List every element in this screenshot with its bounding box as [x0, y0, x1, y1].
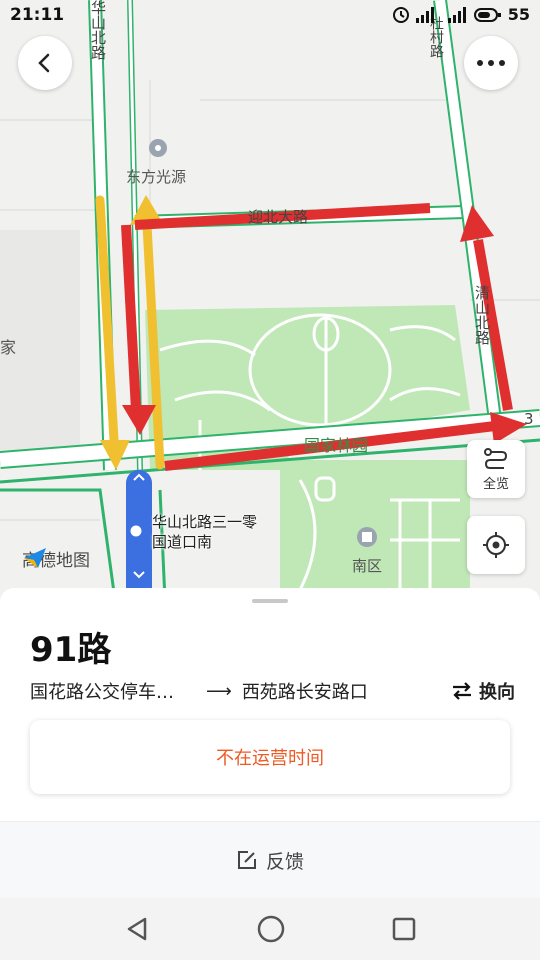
route-to: 西苑路长安路口 — [241, 682, 368, 703]
route-overview-icon — [484, 447, 508, 469]
map-view[interactable]: 东方光源 家 南区 华山北路 杜村路 迎北大路 清山北路 国家林园 3 华山北路… — [0, 0, 540, 600]
switch-direction-button[interactable]: 换向 — [451, 678, 515, 704]
stop-label[interactable]: 华山北路三一零 国道口南 — [152, 512, 257, 552]
overview-button[interactable]: 全览 — [467, 440, 525, 498]
more-button[interactable] — [464, 36, 518, 90]
route-name: 91路 — [30, 630, 112, 670]
route-direction: 国花路公交停车… ⟶ 西苑路长安路口 换向 — [30, 678, 515, 704]
amap-logo-icon — [24, 548, 46, 568]
amap-logo: 高德地图 — [22, 546, 90, 571]
route-info-sheet: 91路 国花路公交停车… ⟶ 西苑路长安路口 换向 不在运营时间 反馈 — [0, 588, 540, 898]
poi-jia: 家 — [0, 338, 17, 357]
signal-icon — [415, 6, 434, 23]
operation-status-card: 不在运营时间 — [30, 720, 510, 794]
back-button[interactable] — [18, 36, 72, 90]
status-time: 21:11 — [10, 5, 65, 25]
sheet-drag-handle[interactable] — [252, 599, 288, 603]
swap-icon — [453, 682, 471, 700]
map-canvas — [0, 0, 540, 600]
switch-label: 换向 — [479, 682, 515, 703]
overview-label: 全览 — [482, 476, 509, 492]
battery-icon — [473, 7, 501, 22]
poi-dongfang[interactable]: 东方光源 — [126, 166, 186, 187]
more-dots-icon — [477, 60, 505, 66]
alarm-icon — [392, 6, 409, 23]
stop-name-line2: 国道口南 — [152, 533, 213, 551]
road-label-top: 迎北大路 — [248, 208, 309, 226]
nav-recents-icon[interactable] — [391, 916, 417, 942]
system-nav-bar — [0, 898, 540, 960]
edit-icon — [237, 851, 256, 869]
locate-icon — [483, 532, 509, 558]
status-icons: 55 — [392, 5, 530, 24]
feedback-label: 反馈 — [265, 850, 304, 873]
poi-nanqu[interactable]: 南区 — [352, 555, 382, 576]
operation-status-text: 不在运营时间 — [216, 748, 324, 769]
stop-name-line1: 华山北路三一零 — [152, 513, 258, 531]
status-bar: 21:11 55 — [0, 0, 540, 32]
road-label-east: 清山北路 — [473, 285, 491, 345]
route-from: 国花路公交停车… — [30, 682, 174, 703]
signal-4g-icon — [447, 6, 466, 23]
stop-marker — [127, 522, 145, 540]
nav-back-icon[interactable] — [123, 915, 151, 943]
edge-number: 3 — [524, 410, 534, 428]
nav-home-icon[interactable] — [256, 914, 286, 944]
arrow-right-icon: ⟶ — [206, 680, 232, 702]
battery-level: 55 — [507, 5, 530, 24]
park-label: 国家林园 — [304, 436, 369, 455]
chevron-left-icon — [38, 53, 50, 73]
feedback-button[interactable]: 反馈 — [0, 822, 540, 898]
locate-button[interactable] — [467, 516, 525, 574]
